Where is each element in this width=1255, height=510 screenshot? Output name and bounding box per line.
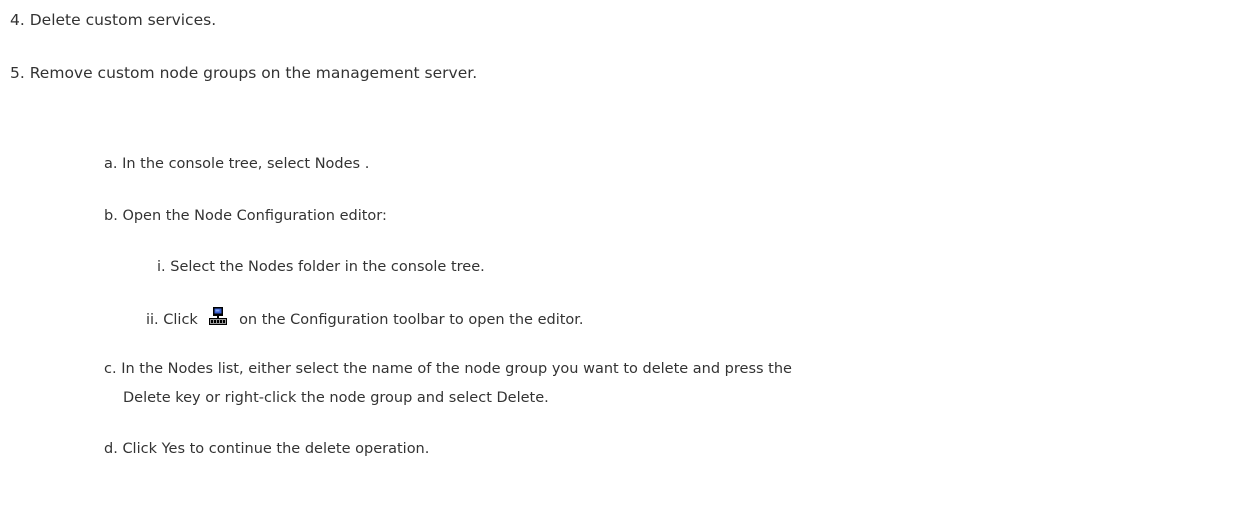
substep-b-ii-after: on the Configuration toolbar to open the… xyxy=(239,312,584,328)
substep-c-letter: c. xyxy=(104,361,117,377)
substep-a-letter: a. xyxy=(104,156,118,172)
step-4-text: Delete custom services. xyxy=(29,11,217,29)
substep-d: d. Click Yes to continue the delete oper… xyxy=(104,438,429,460)
step-5-text: Remove custom node groups on the managem… xyxy=(29,64,478,82)
substep-b-i-numeral: i. xyxy=(157,259,166,275)
substep-c-text-line2: Delete key or right-click the node group… xyxy=(123,390,549,406)
step-4: 4. Delete custom services. xyxy=(10,9,216,31)
substep-a-text: In the console tree, select Nodes . xyxy=(122,156,370,172)
step-4-number: 4. xyxy=(10,11,25,29)
substep-b: b. Open the Node Configuration editor: xyxy=(104,205,387,227)
substep-b-ii: ii. Click on the Configuration toolbar t… xyxy=(146,306,584,331)
substep-a: a. In the console tree, select Nodes . xyxy=(104,153,369,175)
substep-b-ii-numeral: ii. xyxy=(146,312,159,328)
substep-d-text: Click Yes to continue the delete operati… xyxy=(122,441,430,457)
substep-d-letter: d. xyxy=(104,441,118,457)
step-5-number: 5. xyxy=(10,64,25,82)
node-configuration-toolbar-icon xyxy=(208,306,228,326)
substep-b-letter: b. xyxy=(104,208,118,224)
substep-b-text: Open the Node Configuration editor: xyxy=(122,208,387,224)
document-page: 4. Delete custom services. 5. Remove cus… xyxy=(0,0,1255,510)
substep-b-i: i. Select the Nodes folder in the consol… xyxy=(157,256,485,278)
substep-b-i-text: Select the Nodes folder in the console t… xyxy=(170,259,485,275)
step-5: 5. Remove custom node groups on the mana… xyxy=(10,62,477,84)
substep-c-continuation: Delete key or right-click the node group… xyxy=(123,387,549,409)
substep-b-ii-before: Click xyxy=(163,312,198,328)
substep-c-text-line1: In the Nodes list, either select the nam… xyxy=(121,361,792,377)
substep-c: c. In the Nodes list, either select the … xyxy=(104,358,792,380)
